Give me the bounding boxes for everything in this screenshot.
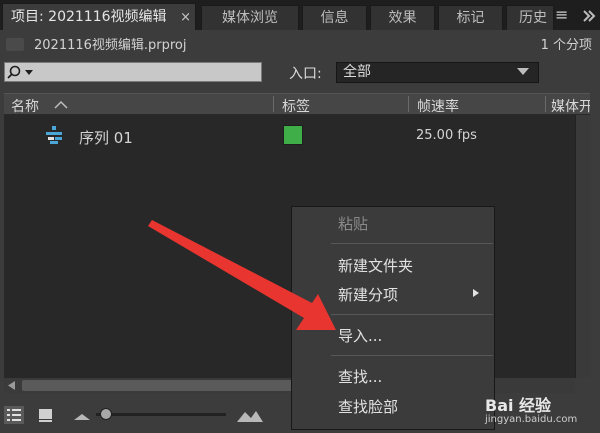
project-folder-icon — [6, 38, 24, 51]
tab-effects[interactable]: 效果 — [370, 5, 435, 30]
sequence-framerate: 25.00 fps — [416, 128, 477, 143]
sequence-name[interactable]: 序列 01 — [79, 127, 133, 148]
menu-item-import[interactable]: 导入... — [338, 325, 382, 346]
zoom-slider-handle[interactable] — [100, 408, 112, 420]
entry-label: 入口: — [289, 66, 322, 82]
panel-menu-icon[interactable]: ≡ — [555, 7, 573, 24]
column-divider[interactable] — [408, 96, 409, 112]
menu-separator — [331, 314, 493, 315]
list-view-icon[interactable] — [4, 406, 24, 424]
search-input[interactable] — [4, 62, 262, 82]
search-icon[interactable] — [7, 65, 39, 81]
zoom-out-icon[interactable] — [72, 406, 92, 424]
menu-separator — [331, 355, 493, 356]
column-media[interactable]: 媒体开 — [551, 96, 590, 116]
close-icon[interactable]: × — [180, 4, 191, 31]
scroll-left-icon[interactable] — [6, 380, 18, 391]
column-divider[interactable] — [273, 96, 274, 112]
tab-markers[interactable]: 标记 — [438, 5, 503, 30]
tab-info[interactable]: 信息 — [302, 5, 367, 30]
sequence-icon — [46, 126, 62, 144]
watermark-url: jingyan.baidu.com — [485, 414, 578, 425]
sort-ascending-icon[interactable] — [54, 100, 68, 110]
menu-item-paste[interactable]: 粘贴 — [338, 213, 368, 234]
menu-item-new-bin[interactable]: 新建文件夹 — [338, 255, 413, 276]
menu-item-new-item[interactable]: 新建分项 — [338, 284, 398, 305]
watermark-brand: Bai 经验 — [485, 396, 552, 415]
entry-select[interactable]: 全部 — [336, 62, 539, 83]
zoom-slider-track[interactable] — [96, 413, 226, 416]
zoom-in-icon[interactable] — [236, 406, 264, 424]
menu-item-find-faces[interactable]: 查找脸部 — [338, 396, 398, 417]
column-name-label: 名称 — [11, 99, 39, 115]
project-filename: 2021116视频编辑.prproj — [34, 38, 187, 53]
item-count: 1 个分项 — [540, 38, 592, 53]
tab-history[interactable]: 历史 — [506, 5, 554, 30]
column-divider[interactable] — [545, 96, 546, 112]
submenu-arrow-icon — [473, 289, 479, 297]
column-name[interactable]: 名称 — [11, 96, 39, 116]
column-label[interactable]: 标签 — [282, 96, 310, 116]
menu-separator — [331, 243, 493, 244]
label-color-swatch[interactable] — [283, 125, 303, 145]
menu-item-find[interactable]: 查找... — [338, 366, 382, 387]
icon-view-icon[interactable] — [36, 406, 56, 424]
horizontal-scroll-thumb[interactable] — [22, 380, 322, 391]
overflow-icon[interactable] — [578, 8, 598, 24]
tab-project[interactable]: 项目: 2021116视频编辑 × — [2, 3, 196, 30]
tab-media-browser[interactable]: 媒体浏览 — [201, 5, 299, 30]
tab-project-label: 项目: 2021116视频编辑 — [11, 9, 167, 25]
chevron-down-icon[interactable] — [516, 67, 530, 77]
column-framerate[interactable]: 帧速率 — [417, 96, 459, 116]
vertical-scrollbar[interactable] — [575, 115, 591, 378]
